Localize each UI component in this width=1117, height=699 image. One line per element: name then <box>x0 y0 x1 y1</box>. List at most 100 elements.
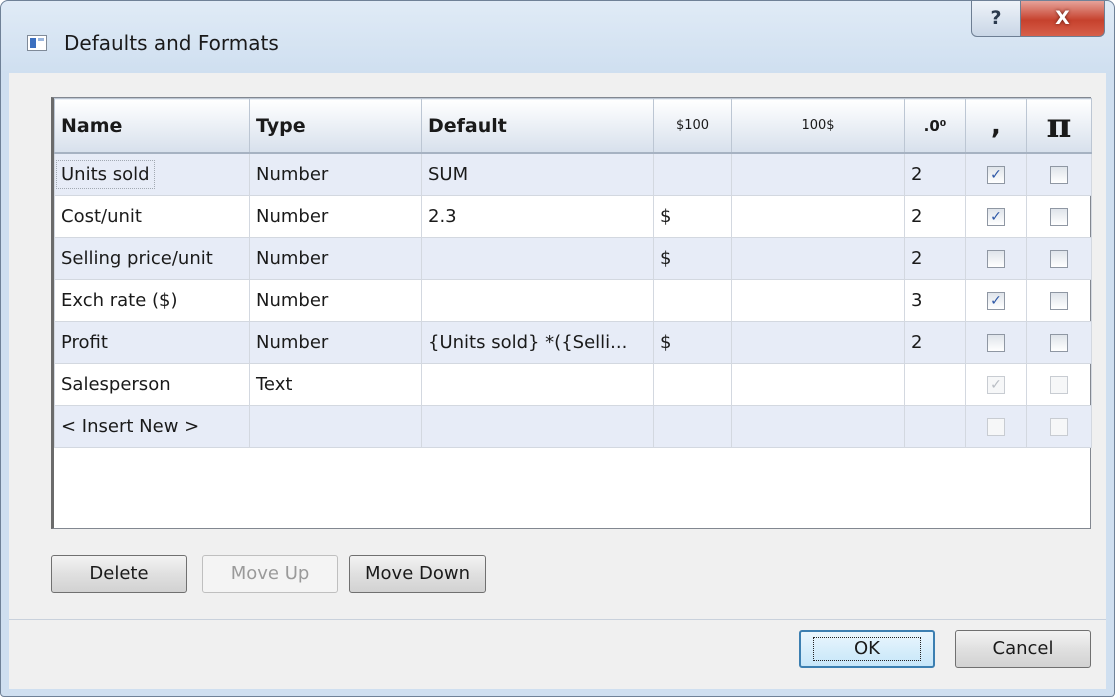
table-row[interactable]: Exch rate ($) Number 3 ✓ <box>54 279 1092 322</box>
cell-pi <box>1026 195 1092 238</box>
column-header-decimals-icon[interactable]: .0⁰ <box>904 98 966 154</box>
cell-prefix[interactable]: $ <box>653 321 732 364</box>
cell-name[interactable]: Cost/unit <box>54 195 250 238</box>
pi-checkbox[interactable] <box>1050 418 1068 436</box>
cell-type[interactable]: Text <box>249 363 422 406</box>
cell-prefix[interactable] <box>653 405 732 448</box>
cell-default[interactable]: SUM <box>421 152 654 196</box>
pi-checkbox[interactable] <box>1050 250 1068 268</box>
table-row[interactable]: < Insert New > <box>54 405 1092 448</box>
header-row: Name Type Default $100 100$ .0⁰ , π <box>54 98 1092 154</box>
cell-type[interactable]: Number <box>249 152 422 196</box>
cell-pi <box>1026 405 1092 448</box>
table-row[interactable]: Selling price/unit Number $2 <box>54 237 1092 280</box>
cell-decimals[interactable]: 2 <box>904 195 966 238</box>
delete-button[interactable]: Delete <box>51 555 187 593</box>
cell-decimals[interactable]: 2 <box>904 321 966 364</box>
cell-type[interactable]: Number <box>249 321 422 364</box>
table-row[interactable]: Salesperson Text ✓ <box>54 363 1092 406</box>
cell-default[interactable] <box>421 279 654 322</box>
cell-comma <box>965 405 1027 448</box>
cell-comma: ✓ <box>965 363 1027 406</box>
move-down-button[interactable]: Move Down <box>349 555 486 593</box>
close-button[interactable]: X <box>1020 1 1105 37</box>
cell-suffix[interactable] <box>731 363 905 406</box>
cell-default[interactable] <box>421 363 654 406</box>
cell-pi <box>1026 279 1092 322</box>
cell-suffix[interactable] <box>731 152 905 196</box>
table-row[interactable]: Cost/unit Number 2.3 $2 ✓ <box>54 195 1092 238</box>
dialog-footer: OK Cancel <box>9 620 1106 689</box>
cell-suffix[interactable] <box>731 405 905 448</box>
pi-checkbox[interactable] <box>1050 208 1068 226</box>
formats-grid: Name Type Default $100 100$ .0⁰ , π Unit… <box>51 97 1092 529</box>
cell-name[interactable]: Units sold <box>54 152 250 196</box>
pi-checkbox[interactable] <box>1050 166 1068 184</box>
cell-suffix[interactable] <box>731 321 905 364</box>
cell-name[interactable]: < Insert New > <box>54 405 250 448</box>
cell-decimals[interactable] <box>904 363 966 406</box>
column-header-pi-icon[interactable]: π <box>1026 98 1092 154</box>
cell-type[interactable]: Number <box>249 279 422 322</box>
comma-checkbox[interactable] <box>987 334 1005 352</box>
cell-type[interactable] <box>249 405 422 448</box>
cell-pi <box>1026 152 1092 196</box>
cell-decimals[interactable]: 2 <box>904 152 966 196</box>
help-button[interactable]: ? <box>971 1 1021 37</box>
cell-type[interactable]: Number <box>249 237 422 280</box>
comma-checkbox[interactable]: ✓ <box>987 376 1005 394</box>
dialog-content: Name Type Default $100 100$ .0⁰ , π Unit… <box>9 73 1106 689</box>
cell-suffix[interactable] <box>731 195 905 238</box>
cell-focus-text: Units sold <box>56 160 155 189</box>
pi-checkbox[interactable] <box>1050 376 1068 394</box>
table-row[interactable]: Units sold Number SUM 2 ✓ <box>54 152 1092 196</box>
comma-checkbox[interactable]: ✓ <box>987 292 1005 310</box>
move-up-button[interactable]: Move Up <box>202 555 338 593</box>
cell-decimals[interactable]: 3 <box>904 279 966 322</box>
cell-comma: ✓ <box>965 152 1027 196</box>
cell-name[interactable]: Selling price/unit <box>54 237 250 280</box>
comma-checkbox[interactable] <box>987 418 1005 436</box>
column-header-prefix-icon[interactable]: $100 <box>653 98 732 154</box>
column-header-suffix-icon[interactable]: 100$ <box>731 98 905 154</box>
cell-prefix[interactable]: $ <box>653 195 732 238</box>
cell-comma <box>965 321 1027 364</box>
cell-pi <box>1026 363 1092 406</box>
cell-default[interactable] <box>421 237 654 280</box>
pi-checkbox[interactable] <box>1050 292 1068 310</box>
cancel-button[interactable]: Cancel <box>955 630 1091 668</box>
comma-checkbox[interactable]: ✓ <box>987 166 1005 184</box>
cell-default[interactable] <box>421 405 654 448</box>
dialog-title: Defaults and Formats <box>64 31 279 55</box>
cell-suffix[interactable] <box>731 237 905 280</box>
column-header-comma-icon[interactable]: , <box>965 98 1027 154</box>
cell-pi <box>1026 237 1092 280</box>
cell-decimals[interactable] <box>904 405 966 448</box>
title-bar[interactable]: Defaults and Formats ? X <box>1 1 1114 73</box>
cell-comma: ✓ <box>965 279 1027 322</box>
ok-button[interactable]: OK <box>799 630 935 668</box>
cell-comma <box>965 237 1027 280</box>
pi-checkbox[interactable] <box>1050 334 1068 352</box>
cell-pi <box>1026 321 1092 364</box>
comma-checkbox[interactable]: ✓ <box>987 208 1005 226</box>
cell-prefix[interactable] <box>653 279 732 322</box>
cell-prefix[interactable]: $ <box>653 237 732 280</box>
cell-default[interactable]: {Units sold} *({Selli... <box>421 321 654 364</box>
column-header-type[interactable]: Type <box>249 98 422 154</box>
cell-comma: ✓ <box>965 195 1027 238</box>
column-header-default[interactable]: Default <box>421 98 654 154</box>
cell-prefix[interactable] <box>653 152 732 196</box>
cell-type[interactable]: Number <box>249 195 422 238</box>
cell-suffix[interactable] <box>731 279 905 322</box>
table-row[interactable]: Profit Number {Units sold} *({Selli... $2 <box>54 321 1092 364</box>
cell-default[interactable]: 2.3 <box>421 195 654 238</box>
dialog-window: Defaults and Formats ? X Name Type Defau… <box>0 0 1115 697</box>
cell-name[interactable]: Salesperson <box>54 363 250 406</box>
cell-prefix[interactable] <box>653 363 732 406</box>
cell-name[interactable]: Exch rate ($) <box>54 279 250 322</box>
cell-name[interactable]: Profit <box>54 321 250 364</box>
column-header-name[interactable]: Name <box>54 98 250 154</box>
comma-checkbox[interactable] <box>987 250 1005 268</box>
cell-decimals[interactable]: 2 <box>904 237 966 280</box>
